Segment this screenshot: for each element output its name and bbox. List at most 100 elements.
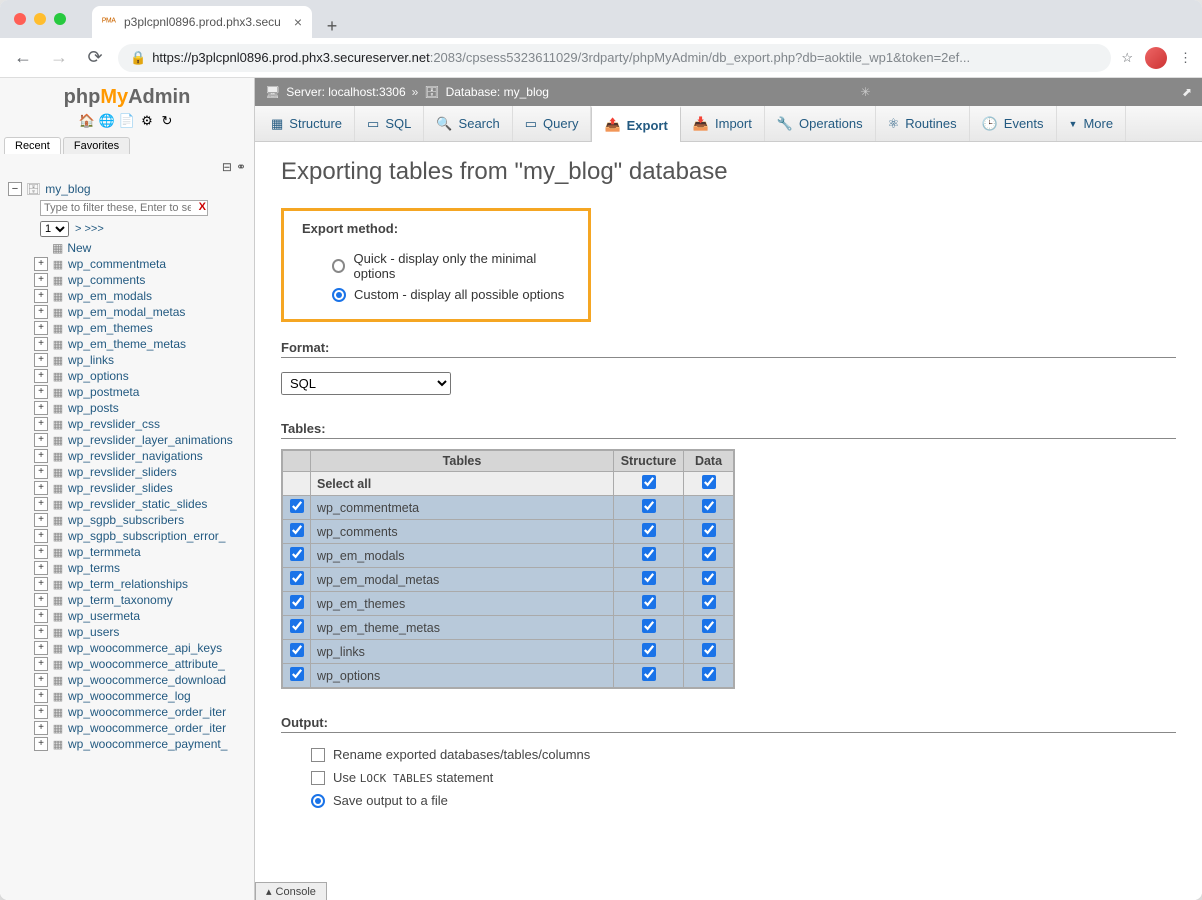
structure-checkbox[interactable]	[642, 643, 656, 657]
data-checkbox[interactable]	[702, 499, 716, 513]
row-checkbox[interactable]	[290, 547, 304, 561]
tab-structure[interactable]: ▦Structure	[259, 106, 355, 141]
expand-icon[interactable]: +	[34, 625, 48, 639]
tab-import[interactable]: 📥Import	[681, 106, 765, 141]
settings-icon[interactable]: ⚙	[139, 113, 155, 129]
tree-table-node[interactable]: +▦wp_woocommerce_order_iter	[4, 720, 254, 736]
table-link[interactable]: wp_em_theme_metas	[68, 337, 186, 351]
table-link[interactable]: wp_revslider_css	[68, 417, 160, 431]
structure-checkbox[interactable]	[642, 619, 656, 633]
row-checkbox[interactable]	[290, 667, 304, 681]
phpmyadmin-logo[interactable]: phpMyAdmin	[0, 78, 254, 111]
expand-icon[interactable]: +	[34, 481, 48, 495]
table-link[interactable]: wp_woocommerce_order_iter	[68, 705, 226, 719]
tab-sql[interactable]: ▭SQL	[355, 106, 424, 141]
server-breadcrumb[interactable]: Server: localhost:3306	[286, 85, 405, 99]
expand-icon[interactable]: +	[34, 513, 48, 527]
tree-table-node[interactable]: +▦wp_term_relationships	[4, 576, 254, 592]
table-link[interactable]: wp_options	[68, 369, 129, 383]
forward-button[interactable]: →	[46, 45, 72, 71]
expand-icon[interactable]: +	[34, 497, 48, 511]
home-icon[interactable]: 🏠	[79, 113, 95, 129]
output-lock-row[interactable]: Use LOCK TABLES statement	[281, 766, 1176, 789]
tree-table-node[interactable]: +▦wp_woocommerce_api_keys	[4, 640, 254, 656]
db-breadcrumb[interactable]: Database: my_blog	[446, 85, 549, 99]
tree-table-node[interactable]: +▦wp_revslider_static_slides	[4, 496, 254, 512]
table-link[interactable]: wp_em_themes	[68, 321, 153, 335]
table-link[interactable]: wp_revslider_sliders	[68, 465, 177, 479]
table-name-cell[interactable]: wp_em_themes	[311, 592, 614, 616]
tree-table-node[interactable]: +▦wp_em_modals	[4, 288, 254, 304]
browser-menu-icon[interactable]: ⋮	[1179, 50, 1192, 66]
data-checkbox[interactable]	[702, 619, 716, 633]
new-tab-button[interactable]: +	[320, 14, 344, 38]
bookmark-icon[interactable]: ☆	[1121, 50, 1133, 66]
tab-operations[interactable]: 🔧Operations	[765, 106, 876, 141]
table-link[interactable]: wp_woocommerce_attribute_	[68, 657, 225, 671]
table-link[interactable]: wp_term_taxonomy	[68, 593, 173, 607]
favorites-tab[interactable]: Favorites	[63, 137, 130, 154]
browser-tab[interactable]: ᴾᴹᴬ p3plcpnl0896.prod.phx3.secu ×	[92, 6, 312, 38]
data-checkbox[interactable]	[702, 595, 716, 609]
table-link[interactable]: wp_sgpb_subscribers	[68, 513, 184, 527]
select-all-structure-checkbox[interactable]	[642, 475, 656, 489]
expand-icon[interactable]: +	[34, 561, 48, 575]
new-table-link[interactable]: New	[67, 241, 91, 255]
tree-table-node[interactable]: +▦wp_options	[4, 368, 254, 384]
export-quick-option[interactable]: Quick - display only the minimal options	[302, 248, 570, 284]
data-checkbox[interactable]	[702, 547, 716, 561]
filter-input[interactable]	[40, 200, 208, 216]
tab-routines[interactable]: ⚛Routines	[876, 106, 970, 141]
expand-icon[interactable]: +	[34, 641, 48, 655]
maximize-window-icon[interactable]	[54, 13, 66, 25]
table-name-cell[interactable]: wp_commentmeta	[311, 496, 614, 520]
structure-checkbox[interactable]	[642, 499, 656, 513]
tree-table-node[interactable]: +▦wp_revslider_sliders	[4, 464, 254, 480]
clear-filter-icon[interactable]: X	[199, 201, 206, 213]
expand-icon[interactable]: +	[34, 449, 48, 463]
expand-icon[interactable]: +	[34, 289, 48, 303]
row-checkbox[interactable]	[290, 595, 304, 609]
expand-icon[interactable]: +	[34, 721, 48, 735]
table-link[interactable]: wp_termmeta	[68, 545, 141, 559]
expand-icon[interactable]: +	[34, 593, 48, 607]
save-to-file-radio[interactable]	[311, 794, 325, 808]
tree-table-node[interactable]: +▦wp_comments	[4, 272, 254, 288]
expand-icon[interactable]: +	[34, 305, 48, 319]
console-toggle[interactable]: ▴ Console	[255, 882, 327, 900]
table-link[interactable]: wp_postmeta	[68, 385, 139, 399]
tree-table-node[interactable]: +▦wp_posts	[4, 400, 254, 416]
row-checkbox[interactable]	[290, 643, 304, 657]
lock-tables-checkbox[interactable]	[311, 771, 325, 785]
tree-table-node[interactable]: +▦wp_woocommerce_payment_	[4, 736, 254, 752]
profile-avatar[interactable]	[1145, 47, 1167, 69]
rename-checkbox[interactable]	[311, 748, 325, 762]
table-link[interactable]: wp_terms	[68, 561, 120, 575]
table-link[interactable]: wp_revslider_layer_animations	[68, 433, 233, 447]
collapse-bar-icon[interactable]: ⬈	[1182, 85, 1192, 99]
expand-icon[interactable]: +	[34, 273, 48, 287]
table-link[interactable]: wp_revslider_slides	[68, 481, 173, 495]
table-link[interactable]: wp_em_modal_metas	[68, 305, 185, 319]
table-link[interactable]: wp_em_modals	[68, 289, 152, 303]
table-link[interactable]: wp_commentmeta	[68, 257, 166, 271]
output-rename-row[interactable]: Rename exported databases/tables/columns	[281, 743, 1176, 766]
close-window-icon[interactable]	[14, 13, 26, 25]
table-link[interactable]: wp_woocommerce_payment_	[68, 737, 227, 751]
expand-icon[interactable]: +	[34, 689, 48, 703]
collapse-icon[interactable]: ⊟	[222, 160, 232, 174]
reload-button[interactable]: ⟳	[82, 45, 108, 71]
tab-query[interactable]: ▭Query	[513, 106, 592, 141]
format-select[interactable]: SQL	[281, 372, 451, 395]
expand-icon[interactable]: +	[34, 369, 48, 383]
table-name-cell[interactable]: wp_em_theme_metas	[311, 616, 614, 640]
tree-table-node[interactable]: +▦wp_sgpb_subscribers	[4, 512, 254, 528]
next-page-button[interactable]: > >>>	[75, 223, 104, 235]
expand-icon[interactable]: +	[34, 705, 48, 719]
tree-table-node[interactable]: +▦wp_users	[4, 624, 254, 640]
table-link[interactable]: wp_users	[68, 625, 119, 639]
logout-icon[interactable]: 🌐	[99, 113, 115, 129]
tables-box[interactable]: Tables Structure Data Select all	[281, 449, 735, 689]
tree-table-node[interactable]: +▦wp_em_themes	[4, 320, 254, 336]
expand-icon[interactable]: +	[34, 321, 48, 335]
